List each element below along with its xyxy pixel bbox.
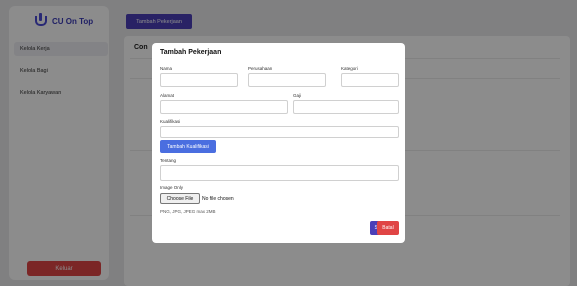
add-job-modal: Tambah Pekerjaan Nama Perusahaan Kategor… [152, 43, 405, 243]
label-perusahaan: Perusahaan [248, 66, 273, 71]
choose-file-button[interactable]: Choose File [160, 193, 200, 204]
label-nama: Nama [160, 66, 173, 71]
gaji-input[interactable] [293, 100, 399, 114]
label-tentang: Tentang [160, 158, 177, 163]
kualifikasi-input[interactable] [160, 126, 399, 138]
add-qualification-button[interactable]: Tambah Kualifikasi [160, 140, 216, 153]
nama-input[interactable] [160, 73, 238, 87]
label-kategori: Kategori [341, 66, 358, 71]
label-image: Image Only [160, 185, 184, 190]
file-status: No file chosen [202, 195, 234, 202]
label-gaji: Gaji [293, 93, 302, 98]
cancel-button[interactable]: Batal [377, 221, 399, 235]
label-alamat: Alamat [160, 93, 175, 98]
tentang-textarea[interactable] [160, 165, 399, 181]
kategori-select[interactable] [341, 73, 399, 87]
modal-title: Tambah Pekerjaan [160, 49, 222, 56]
file-hint: PNG, JPG, JPEG max 2MB [160, 209, 216, 214]
file-picker: Choose File No file chosen [160, 193, 234, 204]
alamat-input[interactable] [160, 100, 288, 114]
label-kualifikasi: Kualifikasi [160, 119, 181, 124]
perusahaan-input[interactable] [248, 73, 326, 87]
